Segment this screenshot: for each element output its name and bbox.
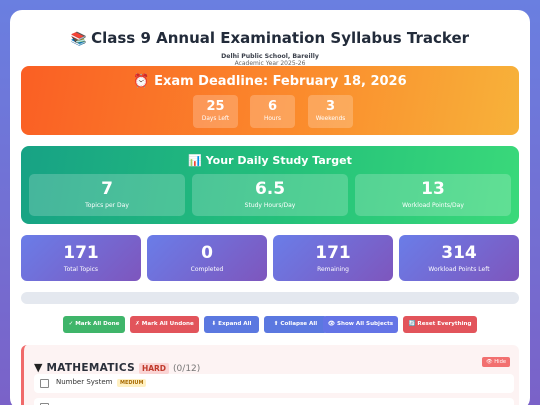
collapse-all-button[interactable]: ⬆ Collapse All [264,316,327,333]
expand-all-button[interactable]: ⬇ Expand All [204,316,259,333]
books-icon: 📚 [70,32,88,47]
study-hours-value: 6.5 [254,179,286,199]
stat-value: 171 [315,243,351,263]
subject-progress-count: (0/12) [173,364,201,374]
weekends-label: Weekends [315,116,346,122]
topic-difficulty-badge: MEDIUM [117,379,147,387]
tracker-card: 📚 Class 9 Annual Examination Syllabus Tra… [10,10,530,405]
stat-value: 171 [63,243,99,263]
mark-all-undone-button[interactable]: ✗ Mark All Undone [130,316,199,333]
subject-name: MATHEMATICS [46,362,135,374]
study-hours-box: 6.5 Study Hours/Day [192,174,348,216]
overall-progress-bar [21,292,519,304]
topics-per-day-box: 7 Topics per Day [29,174,185,216]
hours-label: Hours [264,116,281,122]
school-name: Delhi Public School, Bareilly [221,53,319,60]
workload-points-value: 13 [421,179,445,199]
topics-per-day-value: 7 [101,179,113,199]
stat-label: Remaining [317,266,349,273]
chevron-down-icon[interactable]: ▼ [34,361,42,374]
study-hours-label: Study Hours/Day [244,202,296,209]
hours-box: 6 Hours [250,95,295,128]
page-title-text: Class 9 Annual Examination Syllabus Trac… [91,29,470,47]
stat-workload-left: 314 Workload Points Left [399,235,519,281]
stat-value: 314 [441,243,477,263]
daily-target-title-text: Your Daily Study Target [205,154,352,167]
topic-name: Number System [56,378,113,386]
daily-target-title: 📊 Your Daily Study Target [21,154,519,167]
stat-total-topics: 171 Total Topics [21,235,141,281]
workload-points-box: 13 Workload Points/Day [355,174,511,216]
page-title: 📚 Class 9 Annual Examination Syllabus Tra… [10,29,530,47]
hide-subject-button[interactable]: 👁 Hide [482,357,511,367]
bar-chart-icon: 📊 [188,154,202,167]
daily-target-panel: 📊 Your Daily Study Target 7 Topics per D… [21,146,519,224]
deadline-panel: ⏰ Exam Deadline: February 18, 2026 25 Da… [21,66,519,135]
weekends-box: 3 Weekends [308,95,353,128]
days-left-label: Days Left [201,116,230,122]
subject-section-mathematics: ▼ MATHEMATICS HARD (0/12) 👁 Hide Number Sys… [21,345,519,405]
weekends-value: 3 [325,99,336,114]
stat-remaining: 171 Remaining [273,235,393,281]
stat-value: 0 [201,243,213,263]
days-left-box: 25 Days Left [193,95,238,128]
topic-row: Number System MEDIUM [34,374,514,393]
mark-all-done-button[interactable]: ✓ Mark All Done [63,316,125,333]
topic-checkbox[interactable] [40,379,49,388]
deadline-title-text: Exam Deadline: February 18, 2026 [154,74,407,89]
stat-label: Total Topics [63,266,99,273]
stat-label: Workload Points Left [428,266,490,273]
alarm-clock-icon: ⏰ [133,74,150,89]
difficulty-badge: HARD [138,363,170,374]
hours-value: 6 [267,99,278,114]
workload-points-label: Workload Points/Day [402,202,464,209]
topic-row [34,398,514,405]
reset-everything-button[interactable]: 🔄 Reset Everything [403,316,477,333]
topics-per-day-label: Topics per Day [85,202,129,209]
deadline-title: ⏰ Exam Deadline: February 18, 2026 [21,74,519,89]
days-left-value: 25 [206,99,225,114]
subject-header[interactable]: ▼ MATHEMATICS HARD (0/12) [34,356,200,375]
show-all-subjects-button[interactable]: 👁 Show All Subjects [323,316,398,333]
stat-label: Completed [190,266,224,273]
stat-completed: 0 Completed [147,235,267,281]
